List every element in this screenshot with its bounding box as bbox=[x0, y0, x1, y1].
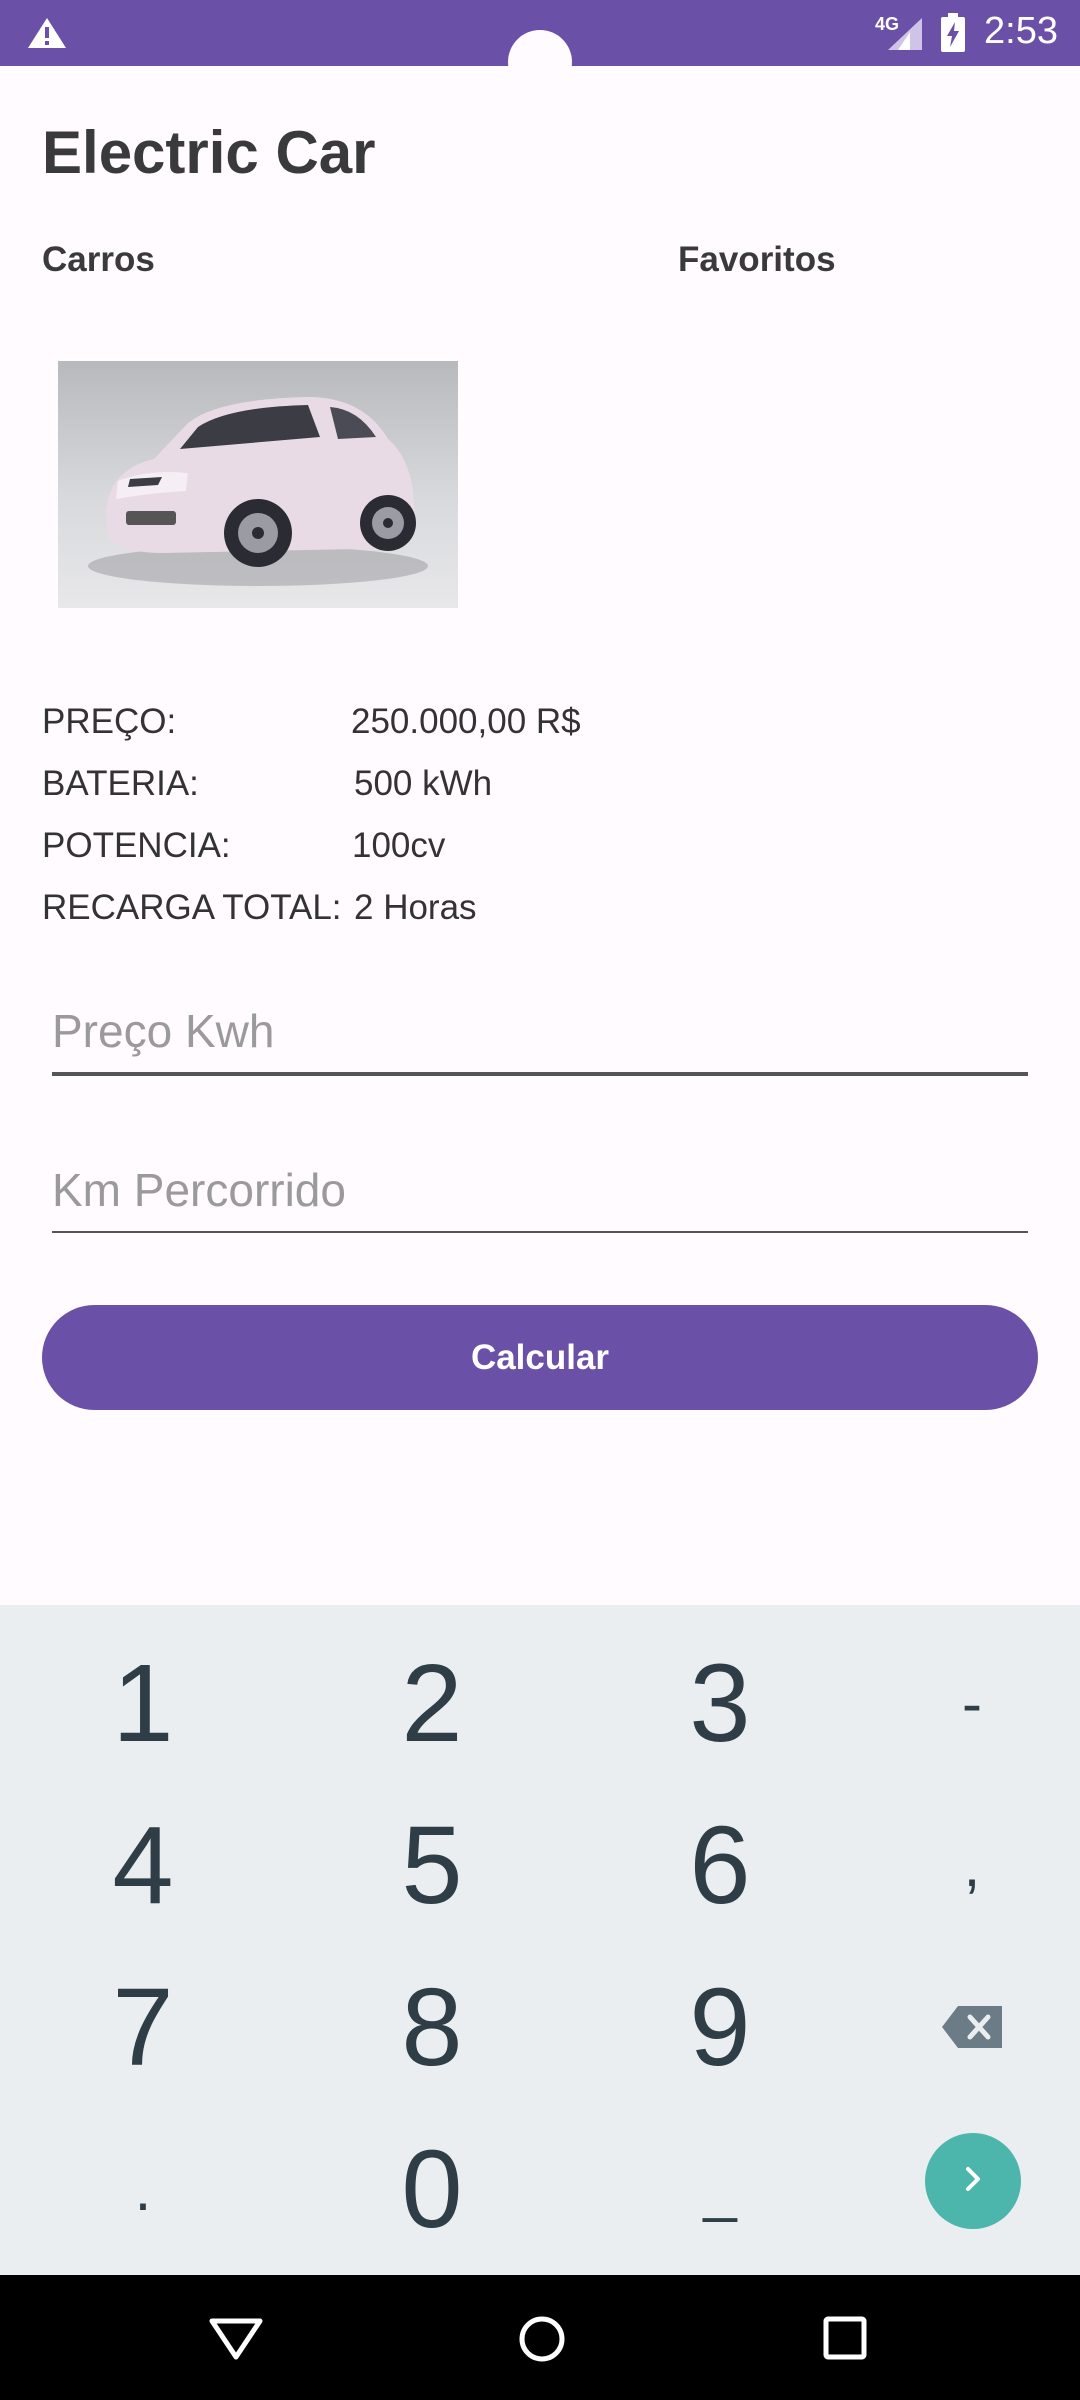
backspace-icon[interactable] bbox=[882, 1957, 1062, 2097]
km-traveled-input[interactable] bbox=[52, 1163, 1028, 1233]
kwh-price-input[interactable] bbox=[52, 1004, 1028, 1076]
spec-label-battery: BATERIA: bbox=[42, 764, 199, 803]
calculate-button[interactable]: Calcular bbox=[42, 1305, 1038, 1410]
signal-icon bbox=[884, 16, 924, 57]
key-space[interactable]: _ bbox=[630, 2119, 810, 2259]
key-comma[interactable]: , bbox=[882, 1795, 1062, 1935]
page-title: Electric Car bbox=[42, 119, 376, 186]
back-icon[interactable] bbox=[208, 2315, 264, 2366]
system-navigation-bar bbox=[0, 2275, 1080, 2400]
key-5[interactable]: 5 bbox=[342, 1795, 522, 1935]
clock: 2:53 bbox=[984, 10, 1058, 52]
key-3[interactable]: 3 bbox=[630, 1633, 810, 1773]
spec-label-price: PREÇO: bbox=[42, 702, 177, 741]
key-2[interactable]: 2 bbox=[342, 1633, 522, 1773]
kwh-price-field bbox=[52, 1004, 1028, 1076]
key-minus[interactable]: - bbox=[882, 1633, 1062, 1773]
key-7[interactable]: 7 bbox=[53, 1957, 233, 2097]
battery-charging-icon bbox=[940, 13, 966, 58]
tab-favoritos[interactable]: Favoritos bbox=[678, 240, 836, 280]
spec-label-recharge: RECARGA TOTAL: bbox=[42, 888, 342, 927]
camera-notch bbox=[508, 30, 572, 94]
spec-value-price: 250.000,00 R$ bbox=[351, 702, 581, 741]
numeric-keypad: 1 2 3 - 4 5 6 , 7 8 9 . 0 _ bbox=[0, 1605, 1080, 2275]
warning-icon bbox=[26, 16, 68, 55]
enter-button[interactable] bbox=[925, 2133, 1021, 2229]
key-9[interactable]: 9 bbox=[630, 1957, 810, 2097]
km-traveled-field bbox=[52, 1163, 1028, 1233]
key-4[interactable]: 4 bbox=[53, 1795, 233, 1935]
chevron-right-icon bbox=[953, 2159, 993, 2204]
key-1[interactable]: 1 bbox=[53, 1633, 233, 1773]
status-bar: 4G 2:53 bbox=[0, 0, 1080, 94]
key-6[interactable]: 6 bbox=[630, 1795, 810, 1935]
spec-label-power: POTENCIA: bbox=[42, 826, 231, 865]
spec-value-battery: 500 kWh bbox=[354, 764, 493, 803]
spec-value-power: 100cv bbox=[352, 826, 446, 865]
car-image bbox=[58, 361, 458, 608]
spec-value-recharge: 2 Horas bbox=[354, 888, 477, 927]
key-period[interactable]: . bbox=[53, 2119, 233, 2259]
key-8[interactable]: 8 bbox=[342, 1957, 522, 2097]
home-icon[interactable] bbox=[518, 2315, 566, 2368]
tab-carros[interactable]: Carros bbox=[42, 240, 155, 280]
recents-icon[interactable] bbox=[822, 2315, 868, 2366]
key-0[interactable]: 0 bbox=[342, 2119, 522, 2259]
